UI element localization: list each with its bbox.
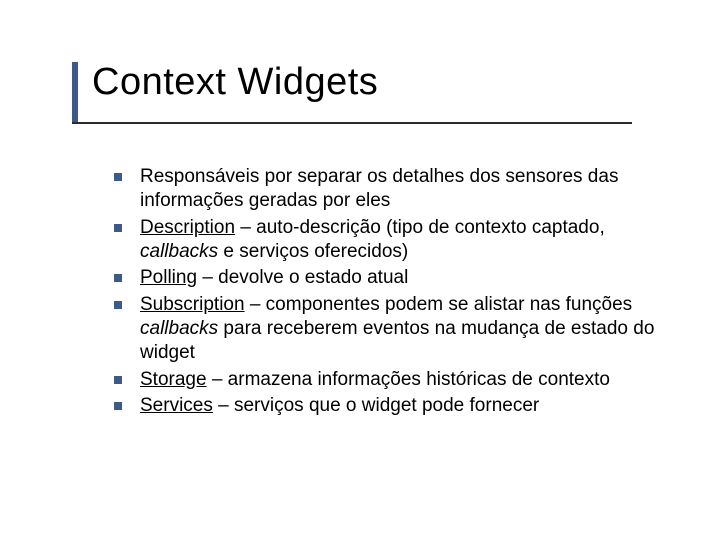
list-item: Storage – armazena informações histórica… — [110, 368, 670, 392]
slide: Context Widgets Responsáveis por separar… — [0, 0, 720, 540]
bullet-italic: callbacks — [140, 241, 218, 262]
bullet-term: Storage — [140, 369, 207, 390]
list-item: Subscription – componentes podem se alis… — [110, 293, 670, 366]
bullet-tail: e serviços oferecidos) — [218, 241, 408, 262]
bullet-text: – auto-descrição (tipo de contexto capta… — [235, 217, 605, 238]
list-item: Polling – devolve o estado atual — [110, 266, 670, 290]
bullet-text: Responsáveis por separar os detalhes dos… — [140, 166, 618, 211]
bullet-text: – devolve o estado atual — [197, 267, 408, 288]
bullet-term: Services — [140, 395, 213, 416]
list-item: Responsáveis por separar os detalhes dos… — [110, 165, 670, 214]
title-container: Context Widgets — [72, 62, 378, 104]
bullet-term: Subscription — [140, 294, 245, 315]
list-item: Description – auto-descrição (tipo de co… — [110, 216, 670, 265]
list-item: Services – serviços que o widget pode fo… — [110, 394, 670, 418]
bullet-term: Polling — [140, 267, 197, 288]
bullet-text: – serviços que o widget pode fornecer — [213, 395, 539, 416]
bullet-tail: para receberem eventos na mudança de est… — [140, 318, 654, 363]
bullet-term: Description — [140, 217, 235, 238]
bullet-text: – componentes podem se alistar nas funçõ… — [245, 294, 633, 315]
slide-title: Context Widgets — [92, 62, 378, 104]
slide-body: Responsáveis por separar os detalhes dos… — [110, 165, 670, 420]
bullet-italic: callbacks — [140, 318, 218, 339]
bullet-text: – armazena informações históricas de con… — [207, 369, 610, 390]
bullet-list: Responsáveis por separar os detalhes dos… — [110, 165, 670, 418]
title-underline — [72, 122, 632, 124]
